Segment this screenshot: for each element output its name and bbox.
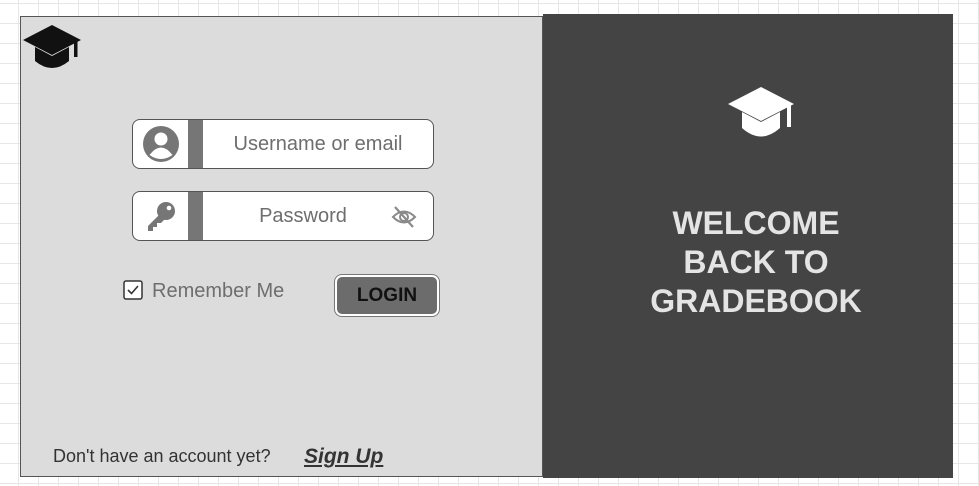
password-input[interactable] [203,192,403,240]
user-icon-box [133,120,188,168]
remember-me[interactable]: Remember Me [123,277,284,303]
signup-link[interactable]: Sign Up [304,445,383,469]
graduation-cap-icon [728,87,794,137]
password-field[interactable] [132,191,434,241]
login-panel [20,16,543,477]
welcome-line: WELCOME [672,205,840,241]
eye-off-icon[interactable] [391,205,417,229]
remember-me-label: Remember Me [152,280,285,302]
welcome-line: GRADEBOOK [650,283,862,319]
username-input[interactable] [203,120,433,168]
signup-prompt: Don't have an account yet? [53,446,271,466]
welcome-line: BACK TO [683,244,829,280]
user-icon [142,126,179,162]
key-icon [147,202,175,231]
field-divider [188,120,203,168]
username-field[interactable] [132,119,434,169]
key-icon-box [133,192,188,240]
welcome-heading: WELCOME BACK TO GRADEBOOK [543,204,969,321]
login-button[interactable]: LOGIN [335,275,439,316]
remember-me-checkbox[interactable] [123,280,143,300]
field-divider [188,192,203,240]
graduation-cap-icon [23,25,81,68]
